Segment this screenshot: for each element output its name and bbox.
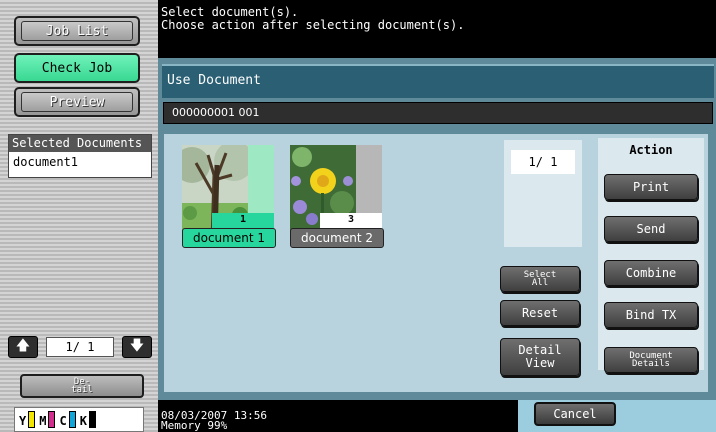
check-job-label: Check Job [41,60,113,76]
arrow-down-icon: 🡇 [129,338,145,354]
box-info-bar: 000000001 001 [163,102,713,124]
toner-cyan: C [59,411,76,428]
document-1-button[interactable]: document 1 [182,228,276,248]
toner-bar [68,411,76,428]
bind-tx-button[interactable]: Bind TX [604,302,698,328]
document-details-button[interactable]: Document Details [604,347,698,373]
cancel-area: Cancel [518,400,716,432]
action-header: Action [629,143,673,157]
page-up-button[interactable]: 🡅 [8,336,38,358]
page-indicator: 1/ 1 [46,337,114,357]
toner-label: M [39,414,47,428]
toner-yellow: Y [19,411,36,428]
detail-view-button[interactable]: Detail View [500,338,580,376]
toner-bar [88,411,96,428]
print-button[interactable]: Print [604,174,698,200]
action-panel: Action Print Send Combine Bind TX Docume… [598,138,704,373]
job-list-button[interactable]: Job List [14,16,140,46]
status-memory: Memory 99% [161,419,228,432]
detail-button[interactable]: De- tail [20,374,144,398]
use-document-panel: Use Document 000000001 001 1 document 1 [158,58,716,400]
toner-magenta: M [39,411,56,428]
toner-label: C [59,414,67,428]
preview-button[interactable]: Preview [14,87,140,117]
toner-levels: Y M C K [14,407,144,432]
selected-document-item[interactable]: document1 [9,152,151,172]
toner-bar [28,411,36,428]
combine-button[interactable]: Combine [604,260,698,286]
check-job-button[interactable]: Check Job [14,53,140,83]
list-pager: 🡅 1/ 1 🡇 [8,336,154,358]
document-area: 1 document 1 3 document 2 1/ 1 Select Al… [164,134,708,392]
status-bar: 08/03/2007 13:56 Memory 99% [158,400,518,432]
message-bar: Select document(s). Choose action after … [158,0,716,58]
selected-documents-list: Selected Documents document1 [8,134,152,178]
left-panel: Job List Check Job Preview Selected Docu… [0,0,158,432]
cancel-button[interactable]: Cancel [534,402,616,426]
toner-black: K [80,411,96,428]
selected-documents-header: Selected Documents [9,135,151,152]
toner-label: K [79,414,87,428]
job-list-label: Job List [21,21,133,41]
document-count: 1/ 1 [511,150,575,174]
panel-title: Use Document [162,64,714,98]
send-button[interactable]: Send [604,216,698,242]
document-2-button[interactable]: document 2 [290,228,384,248]
reset-button[interactable]: Reset [500,300,580,326]
message-line-2: Choose action after selecting document(s… [161,18,465,32]
page-down-button[interactable]: 🡇 [122,336,152,358]
select-all-button[interactable]: Select All [500,266,580,292]
toner-bar [48,411,56,428]
document-count-area: 1/ 1 [504,140,582,247]
arrow-up-icon: 🡅 [15,338,31,354]
preview-label: Preview [21,92,133,112]
toner-label: Y [19,414,27,428]
